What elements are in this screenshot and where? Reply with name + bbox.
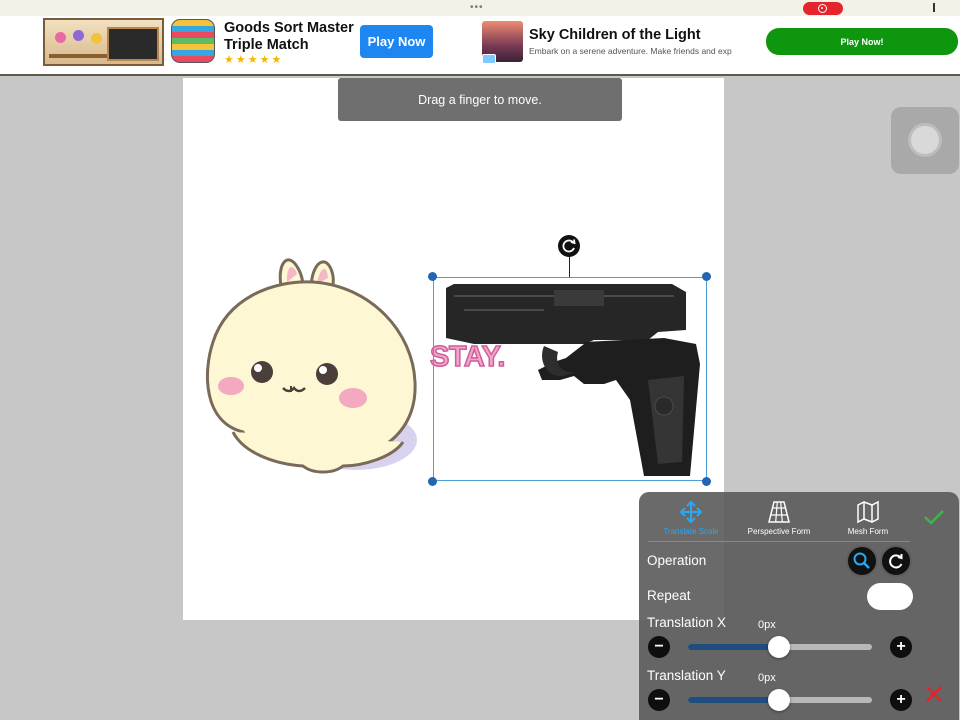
sky-title[interactable]: Sky Children of the Light: [529, 27, 701, 43]
sky-subtitle: Embark on a serene adventure. Make frien…: [529, 46, 732, 56]
translation-x-increase-button[interactable]: +: [890, 636, 912, 658]
translation-x-decrease-button[interactable]: −: [648, 636, 670, 658]
sky-play-button[interactable]: Play Now!: [766, 28, 958, 55]
tool-label: Mesh Form: [847, 527, 889, 536]
chalkboard-decoration: [107, 27, 159, 61]
goods-sort-app-icon[interactable]: [171, 19, 215, 63]
tool-label: Translate Scale: [663, 527, 719, 536]
repeat-toggle[interactable]: [867, 583, 913, 610]
rating-stars: ★★★★★: [224, 54, 284, 66]
bunny-sticker[interactable]: [203, 252, 421, 478]
plus-icon: +: [896, 638, 906, 655]
search-icon: [853, 552, 870, 569]
status-bar: •••: [0, 0, 960, 16]
move-arrows-icon: [679, 500, 703, 524]
resize-handle-bottom-left[interactable]: [428, 477, 437, 486]
resize-handle-top-left[interactable]: [428, 272, 437, 281]
translation-y-slider-thumb[interactable]: [768, 689, 790, 711]
cancel-close-icon[interactable]: [924, 684, 944, 704]
tool-mesh-form[interactable]: Mesh Form: [823, 500, 913, 536]
minus-icon: −: [654, 638, 664, 655]
resize-handle-bottom-right[interactable]: [702, 477, 711, 486]
screen-recording-indicator[interactable]: [803, 2, 843, 15]
resize-handle-top-right[interactable]: [702, 272, 711, 281]
flower-decoration: [55, 32, 66, 43]
rotate-icon: [562, 239, 576, 253]
slider-fill: [688, 644, 780, 650]
rotate-handle[interactable]: [558, 235, 580, 257]
assistive-touch-icon: [908, 123, 942, 157]
translation-x-label: Translation X: [647, 615, 727, 630]
tool-perspective-form[interactable]: Perspective Form: [734, 500, 824, 536]
tool-label: Perspective Form: [747, 527, 811, 536]
flower-decoration: [73, 30, 84, 41]
hint-toast: Drag a finger to move.: [338, 78, 622, 121]
translation-x-slider-thumb[interactable]: [768, 636, 790, 658]
confirm-check-icon[interactable]: [922, 505, 946, 529]
panel-divider: [648, 541, 910, 542]
rotate-icon: [889, 554, 903, 569]
mesh-map-icon: [857, 500, 879, 524]
sky-app-icon[interactable]: [482, 21, 523, 64]
translation-y-value: 0px: [758, 672, 776, 684]
repeat-label: Repeat: [647, 588, 691, 603]
rotate-operation-button[interactable]: [880, 545, 912, 577]
perspective-grid-icon: [768, 501, 790, 523]
goods-sort-title[interactable]: Goods Sort Master Triple Match: [224, 20, 359, 54]
translation-y-label: Translation Y: [647, 668, 726, 683]
record-icon: [818, 4, 827, 13]
minus-icon: −: [654, 691, 664, 708]
translation-y-increase-button[interactable]: +: [890, 689, 912, 711]
translation-y-decrease-button[interactable]: −: [648, 689, 670, 711]
plus-icon: +: [896, 691, 906, 708]
ad-badge-icon: [482, 54, 496, 64]
ad-banner: Goods Sort Master Triple Match ★★★★★ Pla…: [0, 16, 960, 76]
rotate-handle-stem: [569, 256, 570, 277]
goods-sort-play-button[interactable]: Play Now: [360, 25, 433, 58]
flower-decoration: [91, 33, 102, 44]
selection-box[interactable]: [433, 277, 707, 481]
operation-label: Operation: [647, 553, 707, 568]
status-indicator: [933, 3, 935, 12]
ad-game-artwork[interactable]: [43, 18, 164, 66]
zoom-operation-button[interactable]: [846, 545, 878, 577]
translation-x-value: 0px: [758, 619, 776, 631]
slider-fill: [688, 697, 780, 703]
multitask-dots[interactable]: •••: [470, 2, 484, 13]
floating-assistive-button[interactable]: [891, 107, 959, 174]
tool-translate-scale[interactable]: Translate Scale: [646, 500, 736, 536]
